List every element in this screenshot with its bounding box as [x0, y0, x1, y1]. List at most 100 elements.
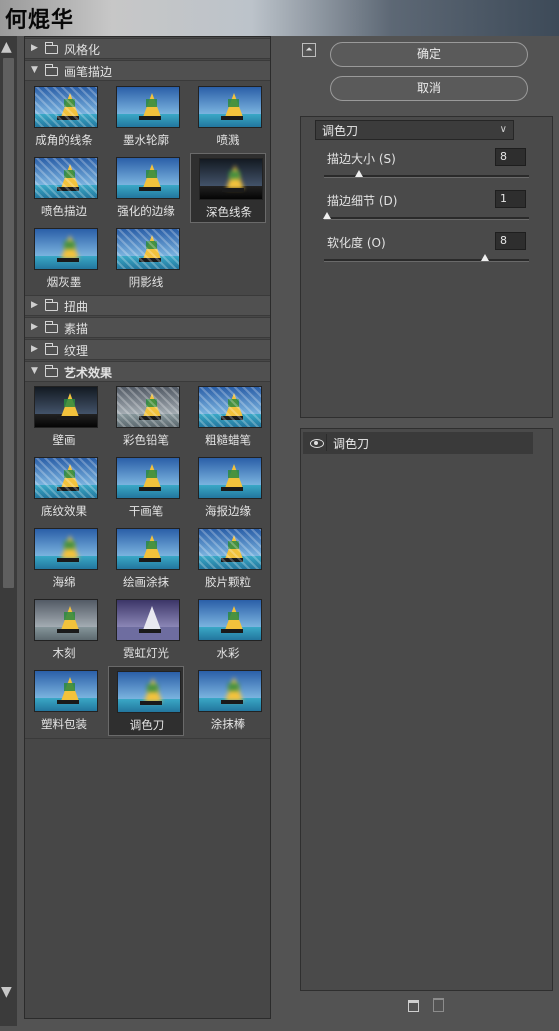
collapse-arrow-icon[interactable]: ▼: [31, 366, 38, 376]
trash-icon[interactable]: [433, 998, 444, 1012]
category-sketch[interactable]: ▶ 素描: [25, 317, 270, 338]
filter-item[interactable]: 彩色铅笔: [108, 382, 184, 452]
filter-item[interactable]: 墨水轮廓: [108, 82, 184, 152]
filter-item[interactable]: 海绵: [26, 524, 102, 594]
filter-thumbnail: [198, 457, 262, 499]
filter-thumbnail: [34, 528, 98, 570]
filter-item[interactable]: 胶片颗粒: [190, 524, 266, 594]
filter-thumbnail: [34, 386, 98, 428]
filter-thumbnail: [116, 457, 180, 499]
filter-label: 喷色描边: [41, 204, 87, 218]
ok-button[interactable]: 确定: [330, 42, 528, 67]
slider-knob[interactable]: [323, 212, 331, 219]
param-label: 软化度 (O): [327, 236, 386, 250]
collapse-arrow-icon[interactable]: ▼: [31, 65, 38, 75]
filter-thumbnail: [116, 386, 180, 428]
filter-item[interactable]: 干画笔: [108, 453, 184, 523]
filter-item[interactable]: 水彩: [190, 595, 266, 665]
filter-item[interactable]: 烟灰墨: [26, 224, 102, 294]
filter-thumbnail: [198, 86, 262, 128]
filter-thumbnail: [34, 670, 98, 712]
filter-item[interactable]: 成角的线条: [26, 82, 102, 152]
slider-knob[interactable]: [355, 170, 363, 177]
filter-select[interactable]: 调色刀 ∨: [315, 120, 514, 140]
filter-item[interactable]: 涂抹棒: [190, 666, 266, 736]
stroke-detail-slider[interactable]: [323, 212, 529, 220]
filter-item[interactable]: 深色线条: [190, 153, 266, 223]
filter-item[interactable]: 喷溅: [190, 82, 266, 152]
filter-label: 海绵: [52, 575, 76, 589]
filter-label: 底纹效果: [41, 504, 87, 518]
expand-arrow-icon[interactable]: ▶: [31, 300, 38, 310]
stroke-detail-input[interactable]: 1: [495, 190, 526, 208]
filter-item[interactable]: 阴影线: [108, 224, 184, 294]
filter-label: 绘画涂抹: [123, 575, 169, 589]
category-stylize[interactable]: ▶ 风格化: [25, 38, 270, 59]
filter-label: 海报边缘: [205, 504, 251, 518]
scroll-down-icon[interactable]: ▼: [1, 984, 12, 1000]
filter-label: 木刻: [52, 646, 76, 660]
new-layer-icon[interactable]: [408, 1000, 419, 1012]
category-texture[interactable]: ▶ 纹理: [25, 339, 270, 360]
category-label: 素描: [64, 322, 89, 336]
filter-item[interactable]: 霓虹灯光: [108, 595, 184, 665]
cancel-button[interactable]: 取消: [330, 76, 528, 101]
folder-icon: [45, 343, 58, 355]
title-bar: 何焜华: [0, 0, 559, 36]
filter-item[interactable]: 木刻: [26, 595, 102, 665]
expand-arrow-icon[interactable]: ▶: [31, 43, 38, 53]
filter-thumbnail: [116, 86, 180, 128]
filter-thumbnail: [199, 158, 263, 200]
param-label: 描边细节 (D): [327, 194, 398, 208]
effect-layer-label: 调色刀: [333, 437, 370, 451]
filter-item[interactable]: 塑料包装: [26, 666, 102, 736]
eye-icon[interactable]: [307, 434, 327, 451]
category-label: 纹理: [64, 344, 89, 358]
filter-settings-panel: 调色刀 ∨ 描边大小 (S) 8 描边细节 (D) 1 软化度 (O) 8: [300, 116, 553, 418]
filter-thumbnail: [34, 157, 98, 199]
filter-thumbnail: [116, 228, 180, 270]
category-label: 扭曲: [64, 300, 89, 314]
folder-icon: [45, 299, 58, 311]
scroll-thumb[interactable]: [3, 58, 14, 588]
filter-label: 烟灰墨: [46, 275, 82, 289]
softness-input[interactable]: 8: [495, 232, 526, 250]
category-brush[interactable]: ▼ 画笔描边: [25, 60, 270, 81]
filter-thumbnail: [198, 528, 262, 570]
effect-layer-row[interactable]: 调色刀: [303, 432, 533, 454]
filter-item[interactable]: 绘画涂抹: [108, 524, 184, 594]
right-panel: ⏶ 确定 取消 调色刀 ∨ 描边大小 (S) 8 描边细节 (D) 1 软化度 (…: [278, 36, 559, 1031]
filter-label: 深色线条: [206, 205, 252, 219]
folder-icon: [45, 64, 58, 76]
filter-item[interactable]: 底纹效果: [26, 453, 102, 523]
category-label: 画笔描边: [64, 65, 113, 79]
filter-label: 胶片颗粒: [205, 575, 251, 589]
filter-thumbnail: [198, 599, 262, 641]
expand-arrow-icon[interactable]: ▶: [31, 322, 38, 332]
filter-label: 水彩: [216, 646, 240, 660]
softness-slider[interactable]: [324, 254, 529, 262]
filter-thumbnail: [117, 671, 181, 713]
filter-item[interactable]: 壁画: [26, 382, 102, 452]
filter-item[interactable]: 海报边缘: [190, 453, 266, 523]
category-artistic[interactable]: ▼ 艺术效果: [25, 361, 270, 382]
scroll-up-icon[interactable]: ▲: [1, 39, 12, 55]
collapse-icon[interactable]: ⏶: [302, 43, 316, 57]
category-label: 风格化: [64, 43, 101, 57]
category-distort[interactable]: ▶ 扭曲: [25, 295, 270, 316]
vertical-scrollbar[interactable]: ▲ ▼: [0, 36, 17, 1026]
stroke-size-input[interactable]: 8: [495, 148, 526, 166]
stroke-size-slider[interactable]: [324, 170, 529, 178]
param-label: 描边大小 (S): [327, 152, 396, 166]
filter-item[interactable]: 喷色描边: [26, 153, 102, 223]
filter-item-selected[interactable]: 调色刀: [108, 666, 184, 736]
filter-label: 阴影线: [128, 275, 164, 289]
folder-icon: [45, 321, 58, 333]
filter-item[interactable]: 强化的边缘: [108, 153, 184, 223]
folder-icon: [45, 42, 58, 54]
expand-arrow-icon[interactable]: ▶: [31, 344, 38, 354]
slider-knob[interactable]: [481, 254, 489, 261]
filter-item[interactable]: 粗糙蜡笔: [190, 382, 266, 452]
filter-thumbnail: [116, 599, 180, 641]
category-label: 艺术效果: [64, 366, 113, 380]
